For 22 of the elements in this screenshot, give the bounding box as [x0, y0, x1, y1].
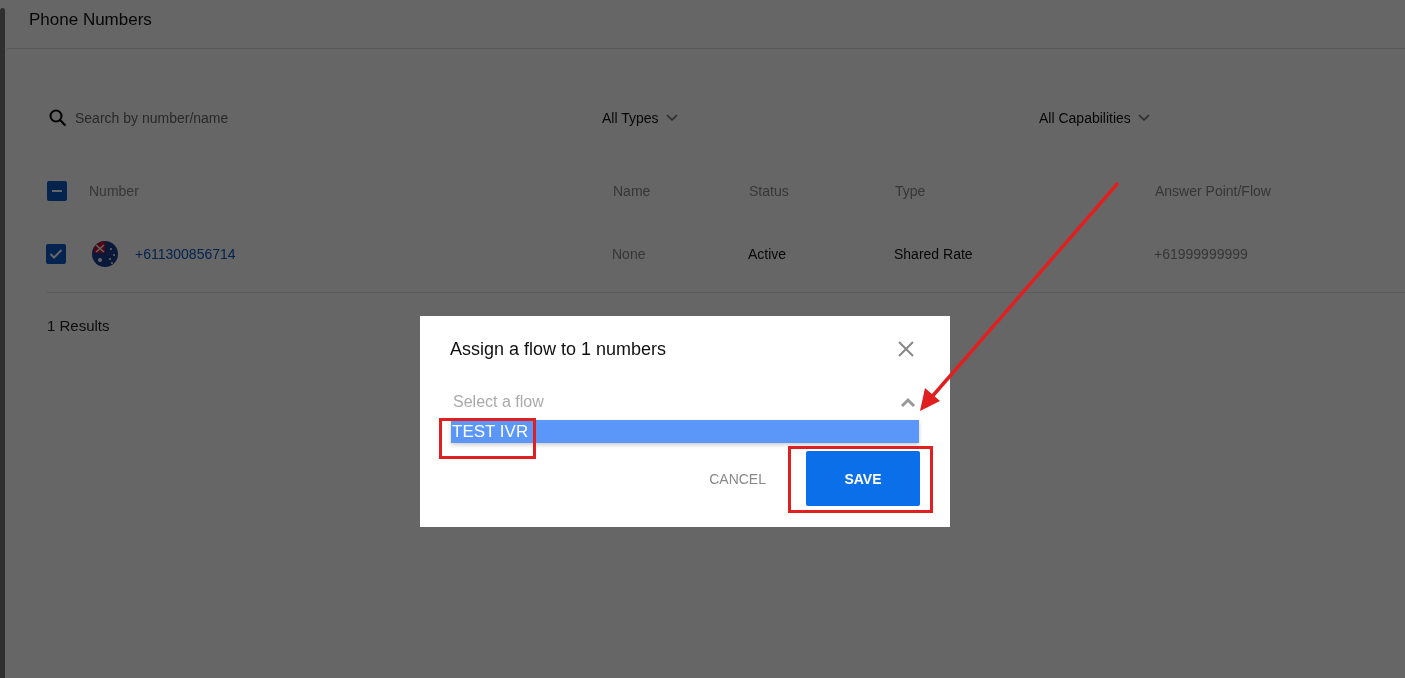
table-cell-text: Shared Rate: [894, 246, 974, 262]
search-field[interactable]: Search by number/name: [75, 110, 375, 126]
caret-icon[interactable]: [900, 397, 916, 407]
checkmark-icon: [49, 248, 63, 260]
chevron-down-icon: [665, 114, 678, 122]
page-title: Phone Numbers: [29, 10, 152, 30]
flow-select-placeholder[interactable]: Select a flow: [453, 393, 544, 411]
phone-number-link[interactable]: +611300856714: [135, 246, 236, 262]
table-cell-text: Active: [748, 246, 788, 262]
flow-option[interactable]: TEST IVR: [451, 420, 919, 443]
row-checkbox[interactable]: [46, 244, 66, 264]
select-all-checkbox[interactable]: [47, 181, 67, 201]
chevron-down-icon: [1137, 114, 1150, 122]
capabilities-dropdown[interactable]: All Capabilities: [1039, 110, 1150, 126]
save-button[interactable]: SAVE: [806, 451, 920, 506]
search-icon: [49, 109, 67, 127]
flag-icon: [91, 240, 119, 268]
cancel-button[interactable]: CANCEL: [709, 470, 766, 487]
close-button[interactable]: [898, 341, 914, 357]
results-count: 1 Results: [47, 317, 111, 334]
dialog-title: Assign a flow to 1 numbers: [450, 338, 667, 360]
type-dropdown[interactable]: All Types: [602, 110, 1039, 126]
